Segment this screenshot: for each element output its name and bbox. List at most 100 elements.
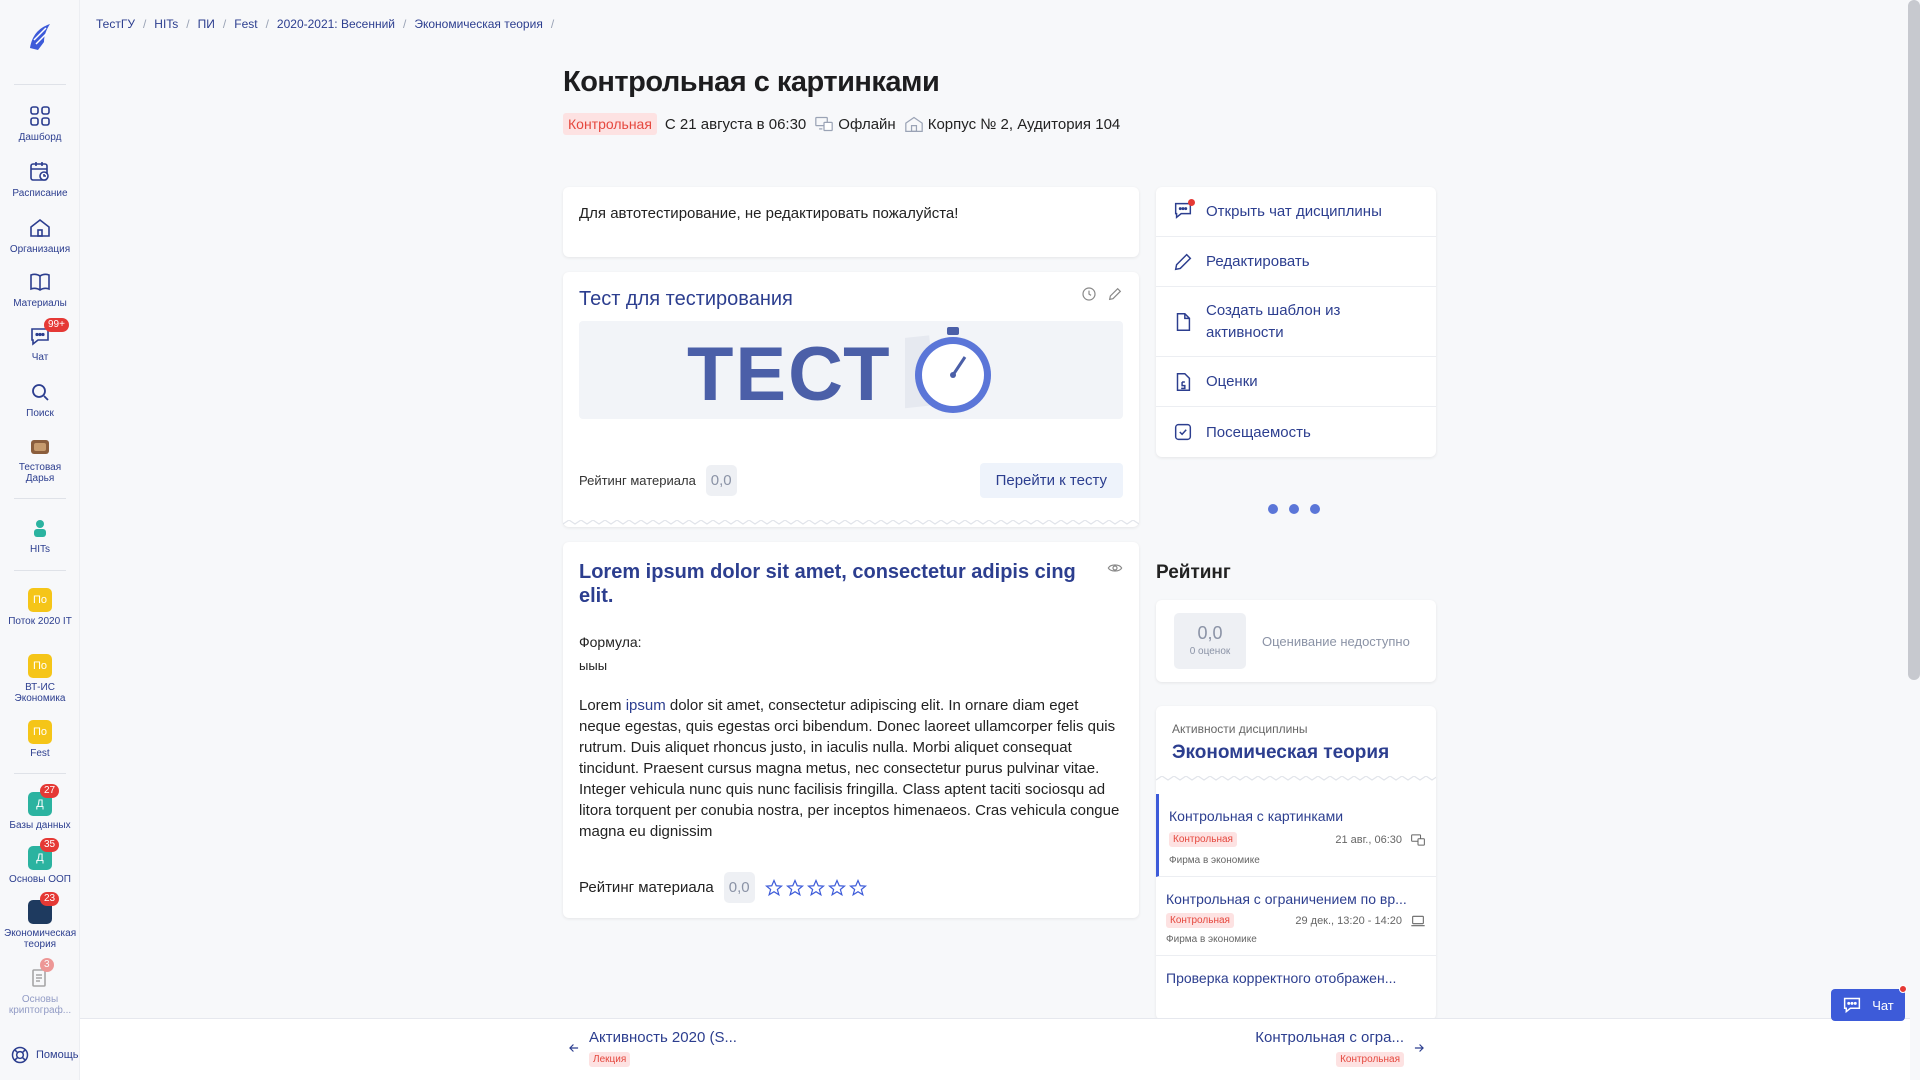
activities-subtitle: Активности дисциплины [1172, 722, 1308, 736]
sidebar-course-economics[interactable]: 23 Экономическая теория [0, 892, 80, 950]
sidebar-item-label: Расписание [12, 188, 68, 199]
loading-dots [1268, 504, 1320, 514]
description-text: Для автотестирование, не редактировать п… [579, 205, 959, 222]
home-icon [28, 216, 52, 240]
course-badge: 35 [40, 838, 60, 852]
history-icon[interactable] [1081, 286, 1097, 302]
activity-item[interactable]: Проверка корректного отображен... [1156, 956, 1436, 996]
material-rating-value: 0,0 [723, 872, 755, 903]
breadcrumb-item[interactable]: HITs [154, 17, 178, 31]
sidebar-item-chat[interactable]: 99+ Чат [0, 318, 80, 363]
create-template-item[interactable]: Создать шаблон из активности [1156, 287, 1436, 357]
page-scrollbar[interactable] [1908, 0, 1920, 680]
sidebar-item-label: Тестовая Дарья [18, 462, 62, 484]
chat-icon [1844, 997, 1861, 1014]
sidebar-item-label: Дашборд [18, 132, 62, 143]
sidebar-group-vt-is[interactable]: По ВТ-ИС Экономика [0, 654, 80, 704]
activity-item-active[interactable]: Контрольная с картинками Контрольная 21 … [1156, 794, 1436, 877]
body-link[interactable]: ipsum [626, 697, 666, 714]
sidebar-course-crypto[interactable]: 3 Основы криптограф... [0, 958, 80, 1016]
star-icon[interactable] [806, 878, 825, 897]
rating-value: 0,0 [1197, 623, 1223, 643]
breadcrumb-item[interactable]: ТестГУ [96, 17, 135, 31]
arrow-right-icon [1414, 1044, 1424, 1052]
sidebar-item-profile[interactable]: Тестовая Дарья [0, 434, 80, 484]
breadcrumb-item[interactable]: ПИ [198, 17, 215, 31]
star-icon[interactable] [848, 878, 867, 897]
rating-heading: Рейтинг [1156, 562, 1231, 583]
activity-topic: Фирма в экономике [1166, 934, 1257, 945]
eye-icon[interactable] [1107, 560, 1123, 576]
star-icon[interactable] [785, 878, 804, 897]
star-icon[interactable] [764, 878, 783, 897]
chat-icon: 99+ [28, 318, 69, 348]
go-to-test-button[interactable]: Перейти к тесту [979, 463, 1123, 498]
test-banner-image: ТЕСТ [579, 321, 1123, 419]
test-title[interactable]: Тест для тестирования [579, 288, 1123, 311]
material-title[interactable]: Lorem ipsum dolor sit amet, consectetur … [579, 560, 1079, 608]
activity-title: Проверка корректного отображен... [1166, 970, 1397, 986]
sidebar: Дашборд Расписание Организация Материалы… [0, 0, 80, 1080]
menu-item-label: Создать шаблон из активности [1206, 301, 1341, 341]
edit-item[interactable]: Редактировать [1156, 237, 1436, 287]
sidebar-item-materials[interactable]: Материалы [0, 270, 80, 309]
activity-mode: Офлайн [814, 115, 896, 133]
prev-activity-link[interactable]: Активность 2020 (S... Лекция [567, 1029, 737, 1067]
star-rating[interactable] [764, 878, 867, 897]
sidebar-course-db[interactable]: Д 27 Базы данных [0, 784, 80, 831]
activity-location-label: Корпус № 2, Аудитория 104 [927, 115, 1121, 133]
sidebar-item-label: Поиск [26, 408, 54, 419]
breadcrumb-item[interactable]: 2020-2021: Весенний [277, 17, 395, 31]
rating-summary: 0,0 0 оценок [1174, 613, 1246, 669]
sidebar-item-organization[interactable]: Организация [0, 216, 80, 255]
grades-item[interactable]: Оценки [1156, 357, 1436, 407]
pencil-icon [1174, 253, 1192, 270]
book-icon [28, 270, 52, 294]
floating-chat-button[interactable]: Чат [1831, 985, 1907, 1021]
activity-date: С 21 августа в 06:30 [664, 115, 807, 133]
activity-item[interactable]: Контрольная с ограничением по вр... Конт… [1156, 877, 1436, 956]
sidebar-item-hits[interactable]: HITs [0, 516, 80, 555]
sidebar-item-dashboard[interactable]: Дашборд [0, 104, 80, 143]
pencil-icon[interactable] [1107, 286, 1123, 302]
formula-value: ыыы [579, 658, 608, 673]
chat-badge: 99+ [44, 318, 69, 332]
sidebar-item-search[interactable]: Поиск [0, 380, 80, 419]
sidebar-item-schedule[interactable]: Расписание [0, 160, 80, 199]
chat-button-label: Чат [1872, 997, 1894, 1013]
sidebar-item-label: ВТ-ИС Экономика [14, 682, 66, 704]
sidebar-course-oop[interactable]: Д 35 Основы ООП [0, 838, 80, 885]
material-body: Lorem ipsum dolor sit amet, consectetur … [579, 697, 1120, 840]
laptop-icon [1411, 915, 1425, 926]
sidebar-item-label: Основы криптограф... [8, 994, 72, 1016]
activity-navigation: Активность 2020 (S... Лекция Контрольная… [80, 1018, 1910, 1080]
rating-status: Оценивание недоступно [1262, 633, 1410, 649]
app-logo[interactable] [24, 18, 56, 54]
next-activity-link[interactable]: Контрольная с огра... Контрольная [1255, 1029, 1426, 1067]
help-label: Помощь [36, 1049, 79, 1061]
sidebar-group-fest[interactable]: По Fest [0, 720, 80, 759]
activities-title[interactable]: Экономическая теория [1172, 742, 1420, 764]
avatar [28, 434, 52, 458]
activity-title: Контрольная с ограничением по вр... [1166, 891, 1407, 907]
sidebar-group-potok[interactable]: По Поток 2020 IT [0, 588, 80, 627]
sidebar-divider [14, 570, 66, 571]
open-chat-item[interactable]: Открыть чат дисциплины [1156, 187, 1436, 237]
breadcrumb: ТестГУ / HITs / ПИ / Fest/ 2020-2021: Весен… [96, 17, 555, 31]
material-rating-label: Рейтинг материала [579, 879, 714, 896]
star-icon[interactable] [827, 878, 846, 897]
menu-item-label: Редактировать [1206, 253, 1310, 270]
zigzag-divider [1156, 776, 1436, 781]
attendance-item[interactable]: Посещаемость [1156, 407, 1436, 457]
arrow-left-icon [569, 1044, 579, 1052]
activity-tag: Контрольная [1166, 913, 1234, 928]
activity-location: Корпус № 2, Аудитория 104 [904, 115, 1121, 133]
breadcrumb-item[interactable]: Fest [234, 17, 257, 31]
material-rating-value: 0,0 [705, 465, 737, 496]
rating-card: 0,0 0 оценок Оценивание недоступно [1156, 600, 1436, 682]
breadcrumb-item[interactable]: Экономическая теория [414, 17, 542, 31]
sidebar-item-label: Базы данных [9, 820, 71, 831]
prev-activity-title: Активность 2020 (S... [589, 1029, 737, 1046]
course-badge: 23 [40, 892, 60, 906]
help-button[interactable]: Помощь [10, 1045, 79, 1065]
